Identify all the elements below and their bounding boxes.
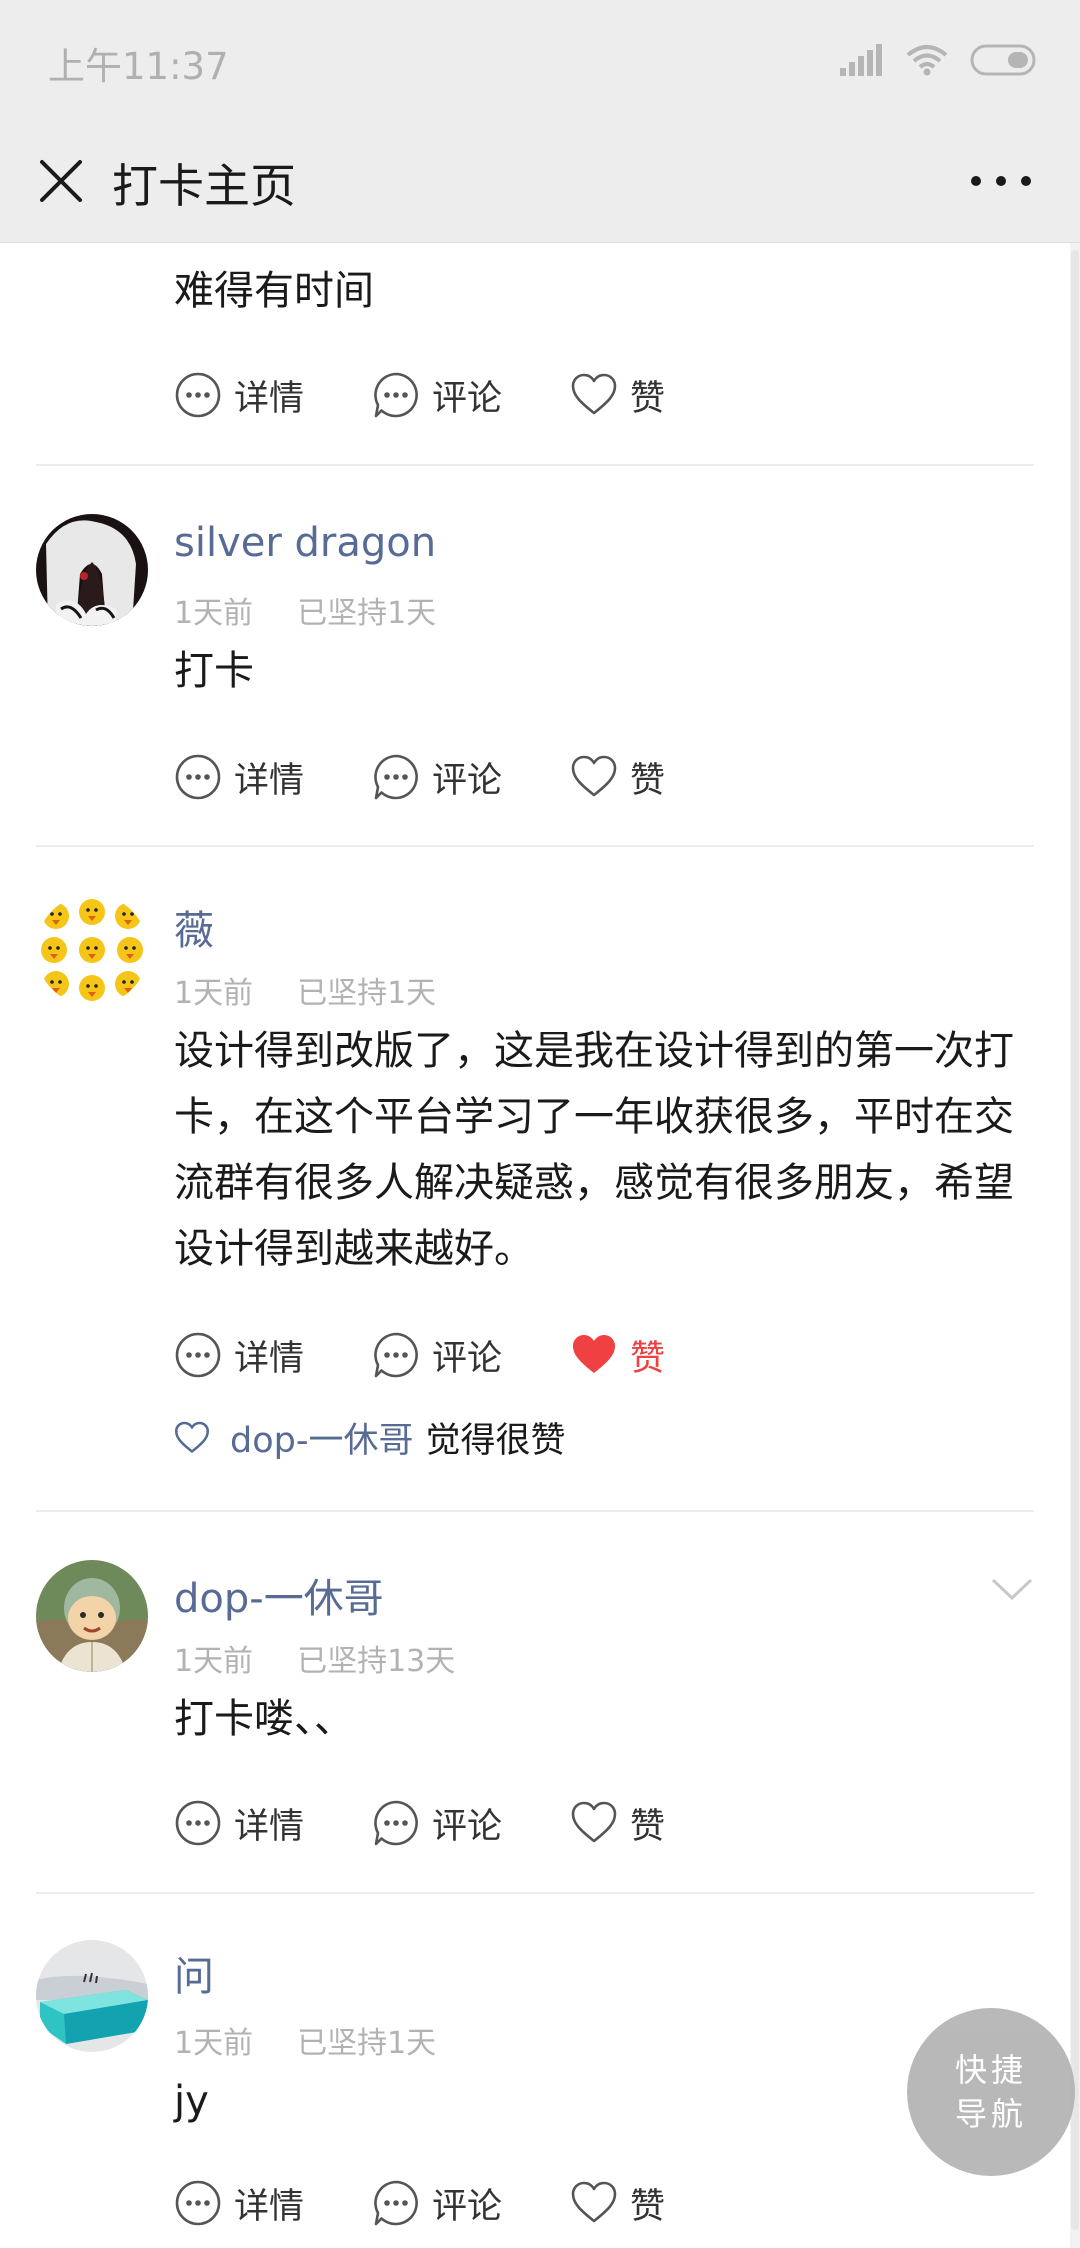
heart-icon <box>570 1799 618 1847</box>
likes-line: dop-一休哥 觉得很赞 <box>174 1412 566 1463</box>
comment-icon <box>372 1799 420 1847</box>
post-actions: 详情 评论 赞 <box>174 370 733 420</box>
heart-icon <box>570 371 618 419</box>
status-icons <box>840 40 1040 80</box>
avatar-image <box>36 894 148 1006</box>
feed: 难得有时间 详情 评论 赞 silver dragon 1天前已坚持1天 打卡 <box>0 0 1080 2248</box>
detail-button[interactable]: 详情 <box>174 370 304 421</box>
divider <box>36 1510 1034 1512</box>
avatar[interactable] <box>36 1940 148 2052</box>
post-actions: 详情 评论 赞 <box>174 752 733 802</box>
username[interactable]: 问 <box>174 1944 214 2002</box>
post-meta: 1天前 已坚持1天 <box>174 588 436 632</box>
comment-button[interactable]: 评论 <box>372 1330 502 1381</box>
post-meta: 1天前 已坚持13天 <box>174 1636 455 1680</box>
liked-suffix: 觉得很赞 <box>425 1421 566 1461</box>
like-button[interactable]: 赞 <box>570 752 665 803</box>
more-icon[interactable] <box>966 168 1036 194</box>
streak: 已坚持1天 <box>297 976 437 1011</box>
like-button-liked[interactable]: 赞 <box>570 1330 665 1381</box>
like-button[interactable]: 赞 <box>570 370 665 421</box>
comment-button[interactable]: 评论 <box>372 1798 502 1849</box>
post-text: jy <box>174 2078 209 2124</box>
post-text: 打卡 <box>174 648 254 694</box>
avatar-image <box>36 1940 148 2052</box>
comment-icon <box>372 371 420 419</box>
avatar[interactable] <box>36 1560 148 1672</box>
signal-icon <box>840 44 882 76</box>
comment-button[interactable]: 评论 <box>372 752 502 803</box>
detail-button[interactable]: 详情 <box>174 1330 304 1381</box>
time-ago: 1天前 <box>174 976 254 1011</box>
chevron-down-icon[interactable] <box>990 1574 1034 1604</box>
divider <box>36 464 1034 466</box>
streak: 已坚持1天 <box>297 596 437 631</box>
navbar: 打卡主页 <box>0 120 1080 243</box>
username[interactable]: dop-一休哥 <box>174 1566 384 1624</box>
battery-icon <box>970 44 1036 76</box>
quick-nav-label-2: 导航 <box>954 2095 1027 2133</box>
divider <box>36 845 1034 847</box>
post-text: 设计得到改版了，这是我在设计得到的第一次打卡，在这个平台学习了一年收获很多，平时… <box>174 1028 1014 1272</box>
quick-nav-label-1: 快捷 <box>954 2051 1027 2089</box>
post-text: 难得有时间 <box>174 268 374 314</box>
like-button[interactable]: 赞 <box>570 1798 665 1849</box>
heart-filled-icon <box>570 1331 618 1379</box>
time-ago: 1天前 <box>174 596 254 631</box>
username[interactable]: silver dragon <box>174 520 436 566</box>
time-ago: 1天前 <box>174 1644 254 1679</box>
detail-icon <box>174 2179 222 2227</box>
heart-icon <box>570 2179 618 2227</box>
status-bar: 上午11:37 <box>0 0 1080 120</box>
avatar[interactable] <box>36 894 148 1006</box>
liker-name[interactable]: dop-一休哥 <box>230 1412 413 1463</box>
like-button[interactable]: 赞 <box>570 2178 665 2229</box>
detail-icon <box>174 1799 222 1847</box>
heart-icon <box>570 753 618 801</box>
streak: 已坚持1天 <box>297 2026 437 2061</box>
avatar-image <box>36 514 148 626</box>
post-actions: 详情 评论 赞 <box>174 1798 733 1848</box>
post-actions: 详情 评论 赞 <box>174 1330 733 1380</box>
comment-icon <box>372 2179 420 2227</box>
like-heart-icon <box>174 1421 210 1453</box>
detail-button[interactable]: 详情 <box>174 2178 304 2229</box>
comment-icon <box>372 1331 420 1379</box>
post-text: 打卡喽、、 <box>174 1696 354 1742</box>
post-meta: 1天前 已坚持1天 <box>174 968 436 1012</box>
detail-icon <box>174 753 222 801</box>
wifi-icon <box>906 45 948 76</box>
quick-nav-button[interactable]: 快捷 导航 <box>907 2008 1075 2176</box>
streak: 已坚持13天 <box>297 1644 456 1679</box>
detail-icon <box>174 371 222 419</box>
username[interactable]: 薇 <box>174 898 214 956</box>
detail-icon <box>174 1331 222 1379</box>
comment-button[interactable]: 评论 <box>372 2178 502 2229</box>
scrollbar-thumb[interactable] <box>1071 250 1079 2230</box>
post-actions: 详情 评论 赞 <box>174 2178 733 2228</box>
divider <box>36 1892 1034 1894</box>
comment-button[interactable]: 评论 <box>372 370 502 421</box>
detail-button[interactable]: 详情 <box>174 1798 304 1849</box>
detail-button[interactable]: 详情 <box>174 752 304 803</box>
page-title: 打卡主页 <box>112 159 296 213</box>
post-meta: 1天前 已坚持1天 <box>174 2018 436 2062</box>
time-ago: 1天前 <box>174 2026 254 2061</box>
status-time: 上午11:37 <box>48 45 229 88</box>
close-icon[interactable] <box>34 154 88 208</box>
avatar[interactable] <box>36 514 148 626</box>
comment-icon <box>372 753 420 801</box>
avatar-image <box>36 1560 148 1672</box>
